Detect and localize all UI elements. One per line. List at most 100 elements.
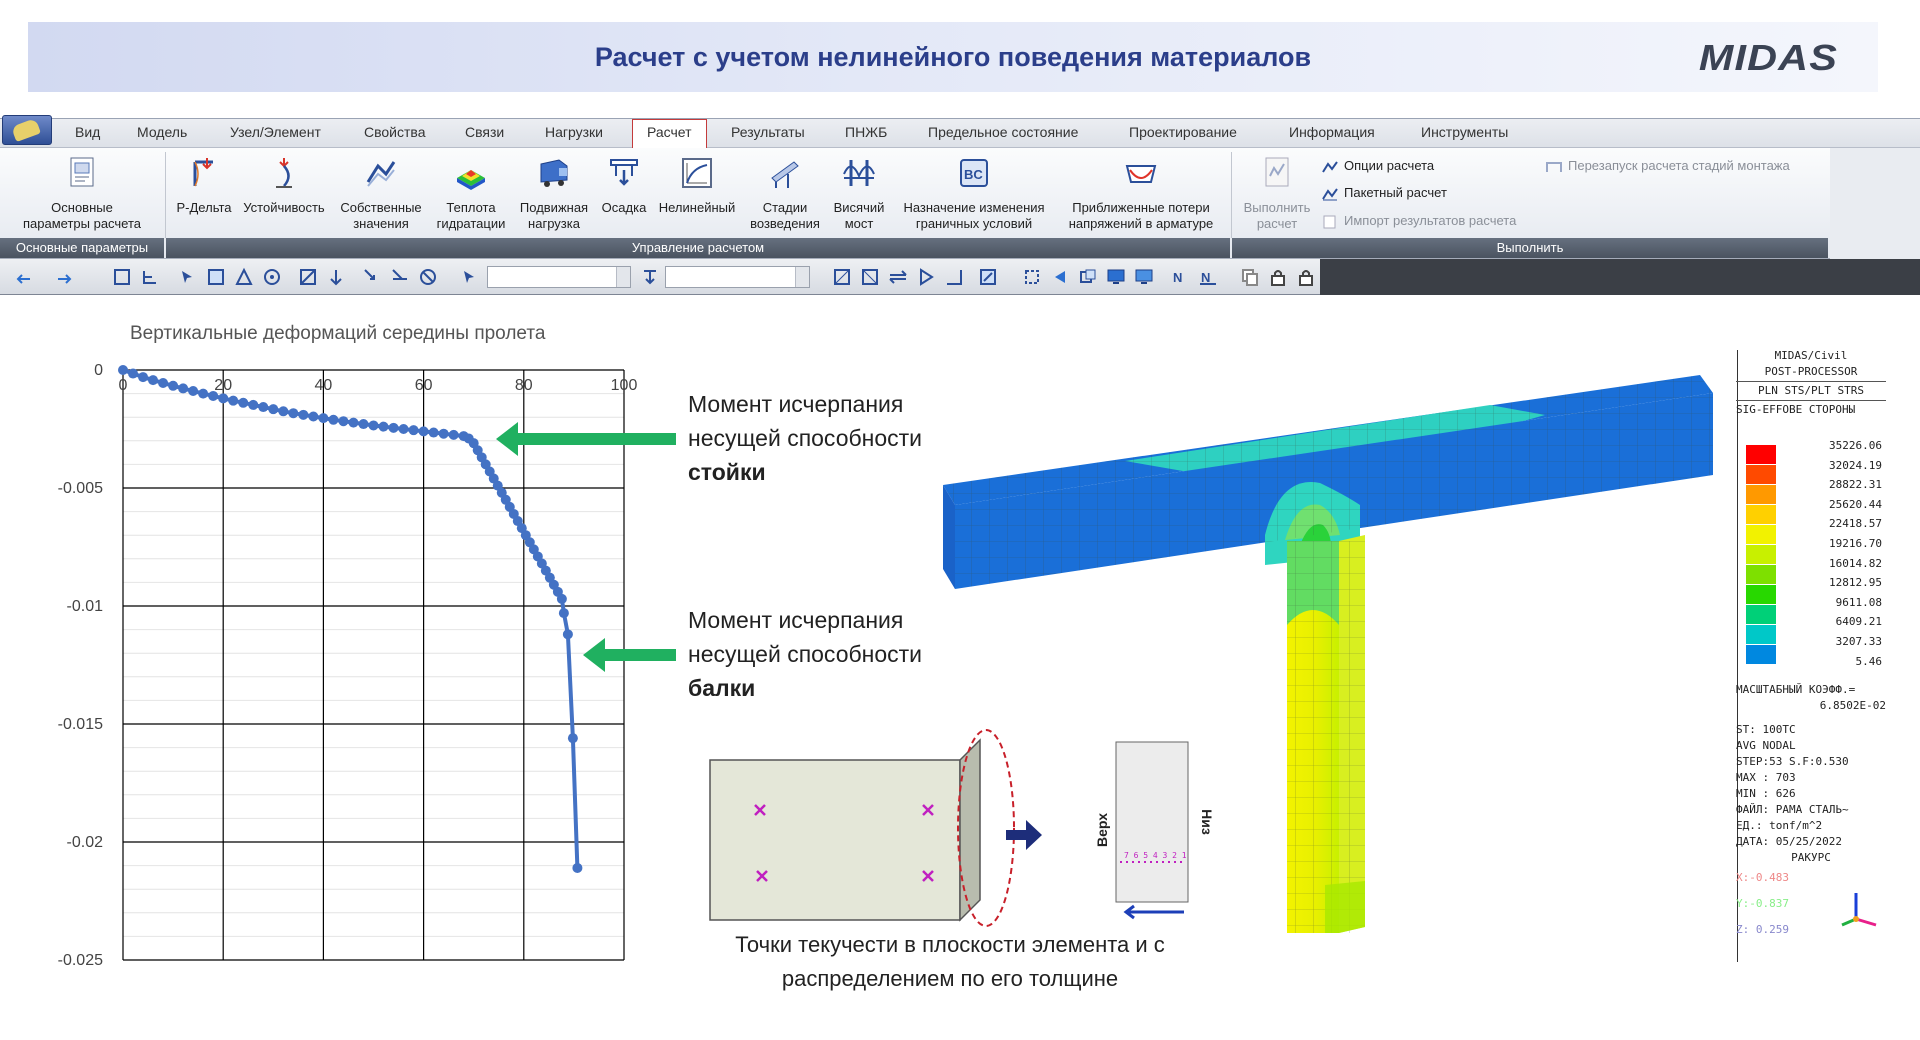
tab-tools[interactable]: Инструменты	[1421, 124, 1508, 140]
unselect-icon[interactable]	[298, 267, 318, 287]
view-front-icon[interactable]	[832, 267, 852, 287]
legend-color-swatch	[1746, 605, 1776, 625]
restart-stage-button[interactable]: Перезапуск расчета стадий монтажа	[1546, 158, 1790, 174]
analysis-options-button[interactable]: Опции расчета	[1322, 158, 1434, 174]
legend-info-lines: ST: 100TC AVG NODAL STEP:53 S.F:0.530 MAX :…	[1736, 722, 1886, 850]
moving-load-label-2: нагрузка	[528, 216, 580, 231]
edit-view-icon[interactable]	[978, 267, 998, 287]
display-icon[interactable]	[1106, 267, 1126, 287]
batch-analysis-button[interactable]: Пакетный расчет	[1322, 185, 1447, 201]
step-icon[interactable]	[944, 267, 964, 287]
nonlinear-button[interactable]: Нелинейный	[653, 156, 741, 216]
lock-icon[interactable]	[1268, 267, 1288, 287]
select-window-icon[interactable]	[112, 267, 132, 287]
heat-of-hydration-button[interactable]: Теплота гидратации	[432, 156, 510, 232]
legend-color-swatch	[1746, 645, 1776, 665]
legend-value: 25620.44	[1829, 497, 1882, 511]
axis-triad-icon	[1841, 893, 1877, 927]
legend-info-line: ЕД.: tonf/m^2	[1736, 819, 1823, 832]
select-polygon-icon[interactable]	[234, 267, 254, 287]
suspension-label-2: мост	[844, 216, 874, 231]
chevron-down-icon[interactable]	[616, 267, 630, 287]
zoom-fit-icon[interactable]	[1022, 267, 1042, 287]
y-tick-label: -0.02	[67, 834, 104, 851]
group-basic-params: Основные параметры	[0, 238, 164, 258]
stress-legend: MIDAS/Civil POST-PROCESSOR PLN STS/PLT S…	[1736, 348, 1886, 936]
data-point	[158, 377, 169, 388]
x-tick-label: 60	[415, 377, 433, 394]
column-annotation-bold: стойки	[688, 459, 766, 485]
tab-results[interactable]: Результаты	[731, 124, 805, 140]
settlement-button[interactable]: Осадка	[598, 156, 650, 216]
selection-dropdown-2[interactable]	[665, 266, 810, 288]
selection-dropdown-1[interactable]	[487, 266, 631, 288]
legend-value: 32024.19	[1829, 458, 1882, 472]
data-point	[288, 408, 299, 419]
tab-node-element[interactable]: Узел/Элемент	[230, 124, 321, 140]
rotate-right-icon[interactable]	[1078, 267, 1098, 287]
data-point	[188, 386, 199, 397]
construction-stage-button[interactable]: Стадии возведения	[746, 156, 824, 232]
tab-properties[interactable]: Свойства	[364, 124, 425, 140]
copy-icon[interactable]	[1240, 267, 1260, 287]
legend-values: 35226.06 32024.19 28822.31 25620.44 22418.57…	[1776, 436, 1882, 671]
view-back-icon[interactable]	[860, 267, 880, 287]
redo-icon[interactable]	[54, 267, 74, 287]
rotate-left-icon[interactable]	[1050, 267, 1070, 287]
eigenvalue-button[interactable]: Собственные значения	[333, 156, 429, 232]
undo-icon[interactable]	[14, 267, 34, 287]
play-icon[interactable]	[916, 267, 936, 287]
node-number-icon[interactable]: N	[1170, 267, 1190, 287]
tab-boundaries[interactable]: Связи	[465, 124, 504, 140]
buckling-button[interactable]: Устойчивость	[238, 156, 330, 216]
all-icon[interactable]	[418, 267, 438, 287]
pointer-icon[interactable]	[460, 267, 480, 287]
tab-pnzhb[interactable]: ПНЖБ	[845, 124, 887, 140]
monitor-icon[interactable]	[1134, 267, 1154, 287]
quick-toolbar: N N	[0, 259, 1920, 295]
deflection-chart: 0 20 40 60 80 100 0 -0.005 -0.01 -0.015 -0.02 -0.02…	[58, 362, 638, 969]
tab-limit-state[interactable]: Предельное состояние	[928, 124, 1078, 140]
swap-icon[interactable]	[888, 267, 908, 287]
activate-icon[interactable]	[362, 267, 382, 287]
moving-load-button[interactable]: Подвижная нагрузка	[514, 156, 594, 232]
previous-selection-icon[interactable]	[326, 267, 346, 287]
tab-model[interactable]: Модель	[137, 124, 187, 140]
hydration-label-2: гидратации	[436, 216, 506, 231]
stress-model-view	[943, 375, 1713, 933]
basic-params-button[interactable]: Основные параметры расчета	[14, 156, 150, 232]
import-icon	[1323, 215, 1336, 229]
boundary-change-button[interactable]: BC Назначение изменения граничных услови…	[893, 156, 1055, 232]
chevron-down-icon[interactable]	[795, 267, 809, 287]
options-icon	[1322, 160, 1338, 173]
data-point	[148, 375, 159, 386]
tab-analysis[interactable]: Расчет	[632, 119, 707, 150]
application-menu-button[interactable]	[2, 115, 52, 145]
legend-header-1: MIDAS/Civil	[1774, 349, 1848, 362]
inactivate-icon[interactable]	[390, 267, 410, 287]
tab-loads[interactable]: Нагрузки	[545, 124, 603, 140]
prestress-loss-button[interactable]: Приближенные потери напряжений в арматур…	[1058, 156, 1224, 232]
legend-value: 6409.21	[1835, 615, 1882, 629]
select-target-icon[interactable]	[262, 267, 282, 287]
suspension-bridge-button[interactable]: Висячий мост	[828, 156, 890, 232]
tab-info[interactable]: Информация	[1289, 124, 1375, 140]
app-logo-icon	[11, 118, 41, 142]
select-tree-icon[interactable]	[140, 267, 160, 287]
import-results-button[interactable]: Импорт результатов расчета	[1322, 213, 1516, 229]
tab-design[interactable]: Проектирование	[1129, 124, 1237, 140]
element-number-icon[interactable]: N	[1198, 267, 1218, 287]
tab-view[interactable]: Вид	[75, 124, 100, 140]
select-by-plane-icon[interactable]	[640, 267, 660, 287]
p-delta-button[interactable]: P-Дельта	[173, 156, 235, 216]
select-element-icon[interactable]	[206, 267, 226, 287]
legend-color-swatch	[1746, 565, 1776, 585]
nonlinear-icon	[682, 158, 712, 188]
legend-rule	[1736, 400, 1886, 401]
lock-closed-icon[interactable]	[1296, 267, 1316, 287]
select-node-icon[interactable]	[178, 267, 198, 287]
run-analysis-button[interactable]: Выполнить расчет	[1237, 156, 1317, 232]
buckling-label: Устойчивость	[243, 200, 325, 215]
legend-color-swatch	[1746, 445, 1776, 465]
data-point	[198, 388, 209, 399]
